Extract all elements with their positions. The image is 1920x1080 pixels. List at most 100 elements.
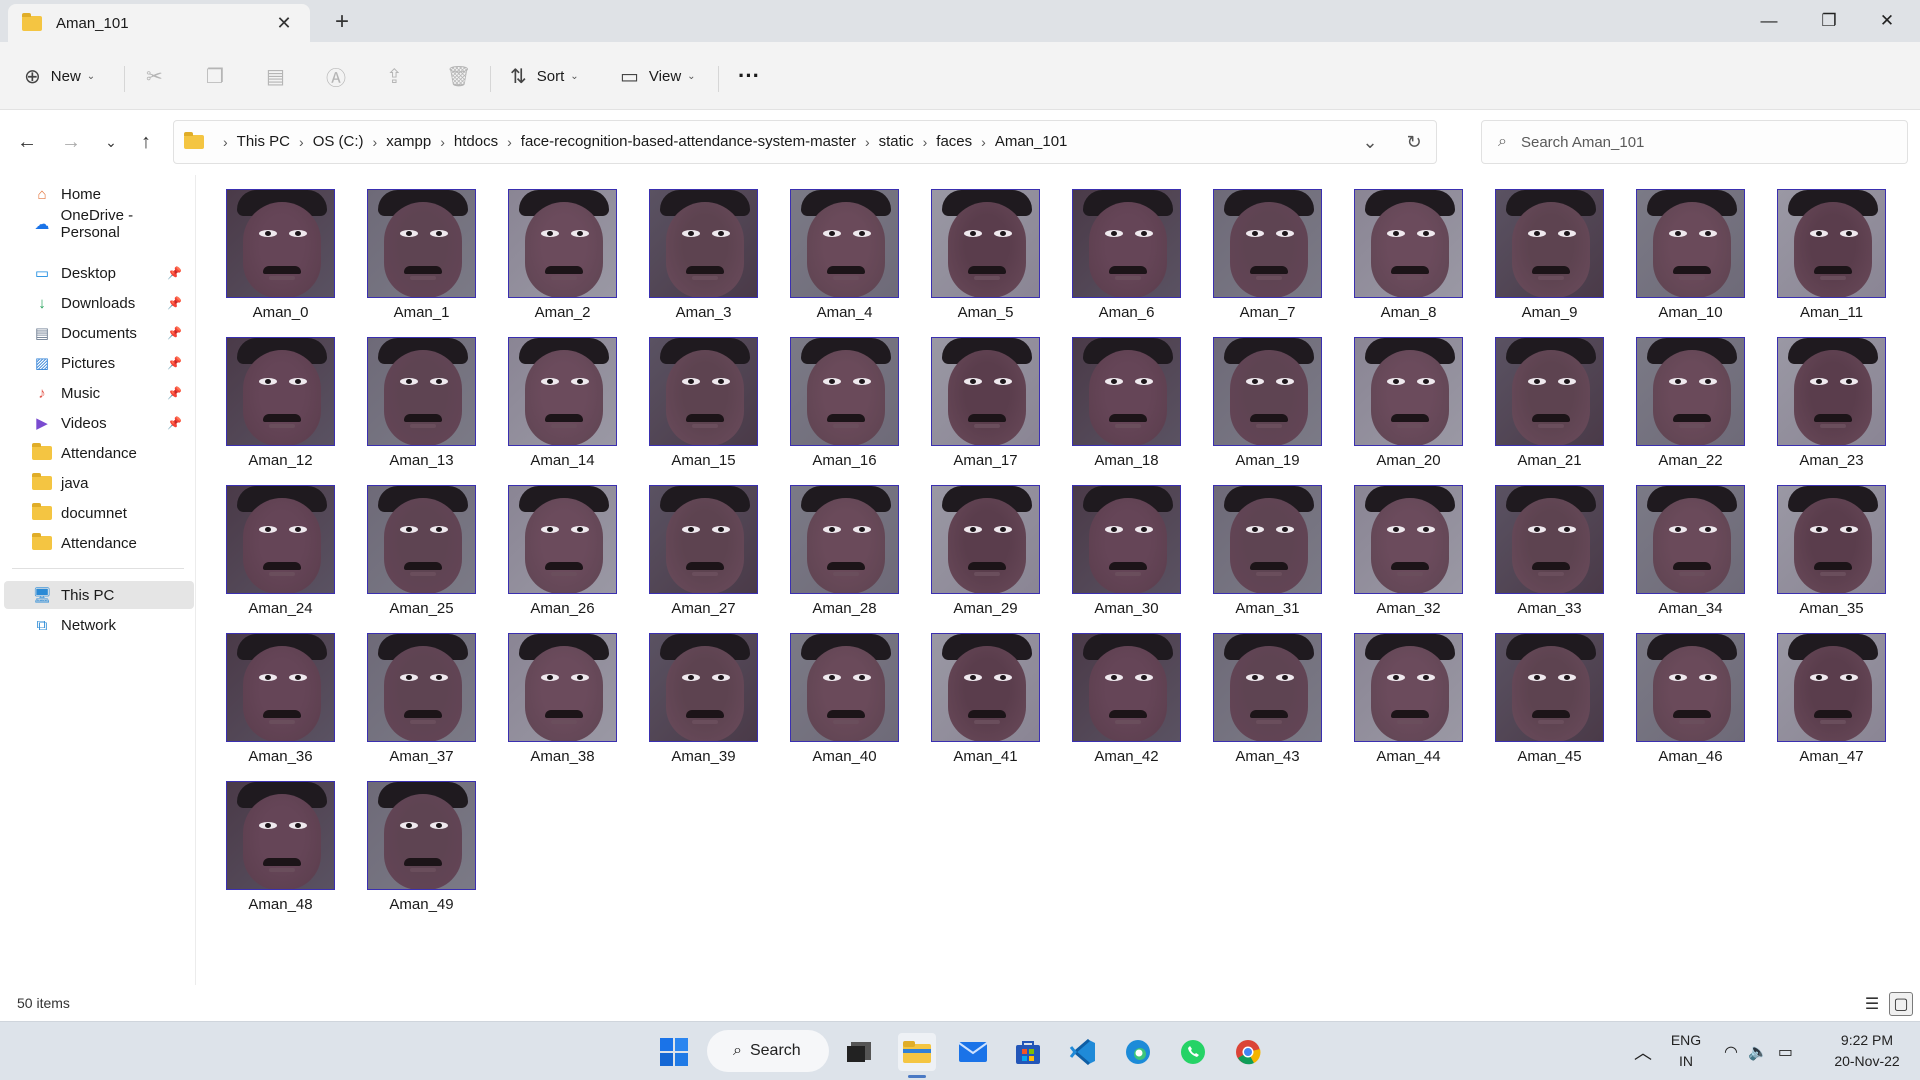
chevron-right-icon[interactable]: › (373, 134, 378, 150)
file-item[interactable]: Aman_41 (903, 619, 1044, 767)
file-item[interactable]: Aman_8 (1326, 175, 1467, 323)
pin-icon[interactable]: 📌 (167, 266, 182, 280)
back-button[interactable]: ← (12, 127, 42, 157)
file-item[interactable]: Aman_16 (762, 323, 903, 471)
file-item[interactable]: Aman_20 (1326, 323, 1467, 471)
sidebar-item-home[interactable]: ⌂ Home (4, 180, 194, 208)
file-item[interactable]: Aman_39 (621, 619, 762, 767)
sidebar-item-videos[interactable]: ▶ Videos 📌 (4, 409, 194, 437)
breadcrumb-item[interactable]: › htdocs (431, 133, 498, 150)
pin-icon[interactable]: 📌 (167, 296, 182, 310)
new-button[interactable]: ⊕ New ⌄ (24, 56, 95, 96)
sidebar-item-documents[interactable]: ▤ Documents 📌 (4, 319, 194, 347)
file-item[interactable]: Aman_42 (1044, 619, 1185, 767)
details-view-button[interactable]: ☰ (1860, 992, 1884, 1016)
close-window-button[interactable]: ✕ (1858, 0, 1916, 42)
file-item[interactable]: Aman_27 (621, 471, 762, 619)
breadcrumb-item[interactable]: › face-recognition-based-attendance-syste… (498, 133, 856, 150)
sidebar-item-attendance[interactable]: Attendance (4, 529, 194, 557)
breadcrumb-item[interactable]: › This PC (214, 133, 290, 150)
more-options-button[interactable]: ··· (738, 56, 760, 96)
chrome-button[interactable] (1229, 1033, 1267, 1071)
system-tray[interactable]: ◠ 🔈 ▭ (1724, 1022, 1793, 1080)
clock[interactable]: 9:22 PM 20-Nov-22 (1822, 1030, 1912, 1072)
store-button[interactable] (1009, 1033, 1047, 1071)
file-item[interactable]: Aman_15 (621, 323, 762, 471)
file-item[interactable]: Aman_12 (198, 323, 339, 471)
taskbar-search[interactable]: ⌕ Search (707, 1030, 829, 1072)
chevron-right-icon[interactable]: › (507, 134, 512, 150)
file-item[interactable]: Aman_13 (339, 323, 480, 471)
file-item[interactable]: Aman_24 (198, 471, 339, 619)
file-item[interactable]: Aman_45 (1467, 619, 1608, 767)
file-item[interactable]: Aman_3 (621, 175, 762, 323)
minimize-button[interactable]: — (1740, 0, 1798, 42)
maximize-button[interactable]: ❐ (1800, 0, 1858, 42)
file-item[interactable]: Aman_40 (762, 619, 903, 767)
file-item[interactable]: Aman_14 (480, 323, 621, 471)
start-button[interactable] (655, 1033, 693, 1071)
file-item[interactable]: Aman_5 (903, 175, 1044, 323)
file-item[interactable]: Aman_0 (198, 175, 339, 323)
file-item[interactable]: Aman_21 (1467, 323, 1608, 471)
breadcrumb-item[interactable]: › OS (C:) (290, 133, 364, 150)
mail-button[interactable] (954, 1033, 992, 1071)
tiles-view-button[interactable]: ▢ (1889, 992, 1913, 1016)
file-item[interactable]: Aman_43 (1185, 619, 1326, 767)
sidebar-item-downloads[interactable]: ↓ Downloads 📌 (4, 289, 194, 317)
cut-button[interactable]: ✂ (146, 56, 163, 96)
sort-button[interactable]: ⇅ Sort ⌄ (510, 56, 579, 96)
file-explorer-button[interactable] (898, 1033, 936, 1071)
task-view-button[interactable] (840, 1033, 878, 1071)
file-item[interactable]: Aman_30 (1044, 471, 1185, 619)
sidebar-item-pictures[interactable]: ▨ Pictures 📌 (4, 349, 194, 377)
sidebar-item-attendance[interactable]: Attendance (4, 439, 194, 467)
file-item[interactable]: Aman_31 (1185, 471, 1326, 619)
show-hidden-icons-button[interactable]: ︿ (1634, 1022, 1652, 1080)
new-tab-button[interactable]: + (330, 8, 354, 36)
file-item[interactable]: Aman_44 (1326, 619, 1467, 767)
chevron-right-icon[interactable]: › (223, 134, 228, 150)
file-item[interactable]: Aman_9 (1467, 175, 1608, 323)
vscode-button[interactable] (1064, 1033, 1102, 1071)
file-item[interactable]: Aman_33 (1467, 471, 1608, 619)
sidebar-item-this-pc[interactable]: 🖥 This PC (4, 581, 194, 609)
file-item[interactable]: Aman_22 (1608, 323, 1749, 471)
sidebar-item-network[interactable]: ⧉ Network (4, 611, 194, 639)
breadcrumb-item[interactable]: › static (856, 133, 914, 150)
file-item[interactable]: Aman_19 (1185, 323, 1326, 471)
sidebar-item-documnet[interactable]: documnet (4, 499, 194, 527)
file-item[interactable]: Aman_29 (903, 471, 1044, 619)
file-item[interactable]: Aman_10 (1608, 175, 1749, 323)
refresh-button[interactable]: ↻ (1392, 132, 1436, 153)
chevron-right-icon[interactable]: › (865, 134, 870, 150)
file-item[interactable]: Aman_49 (339, 767, 480, 915)
file-item[interactable]: Aman_38 (480, 619, 621, 767)
file-item[interactable]: Aman_47 (1749, 619, 1890, 767)
chevron-right-icon[interactable]: › (299, 134, 304, 150)
file-item[interactable]: Aman_1 (339, 175, 480, 323)
breadcrumb-item[interactable]: › faces (914, 133, 973, 150)
window-tab[interactable]: Aman_101 ✕ (8, 4, 310, 42)
sidebar-item-onedrive-personal[interactable]: ☁ OneDrive - Personal (4, 207, 194, 241)
language-indicator[interactable]: ENG IN (1664, 1030, 1708, 1072)
sidebar-item-java[interactable]: java (4, 469, 194, 497)
forward-button[interactable]: → (56, 127, 86, 157)
edge-button[interactable] (1119, 1033, 1157, 1071)
chevron-right-icon[interactable]: › (440, 134, 445, 150)
delete-button[interactable]: 🗑 (446, 56, 471, 96)
search-input[interactable] (1520, 133, 1907, 151)
pin-icon[interactable]: 📌 (167, 356, 182, 370)
tab-close-icon[interactable]: ✕ (272, 13, 296, 34)
file-item[interactable]: Aman_11 (1749, 175, 1890, 323)
file-item[interactable]: Aman_2 (480, 175, 621, 323)
file-item[interactable]: Aman_46 (1608, 619, 1749, 767)
file-item[interactable]: Aman_26 (480, 471, 621, 619)
address-bar[interactable]: › This PC › OS (C:) › xampp › htdocs › face-recog… (173, 120, 1437, 164)
file-item[interactable]: Aman_23 (1749, 323, 1890, 471)
file-item[interactable]: Aman_32 (1326, 471, 1467, 619)
whatsapp-button[interactable] (1174, 1033, 1212, 1071)
file-item[interactable]: Aman_28 (762, 471, 903, 619)
pin-icon[interactable]: 📌 (167, 386, 182, 400)
sidebar-item-desktop[interactable]: ▭ Desktop 📌 (4, 259, 194, 287)
